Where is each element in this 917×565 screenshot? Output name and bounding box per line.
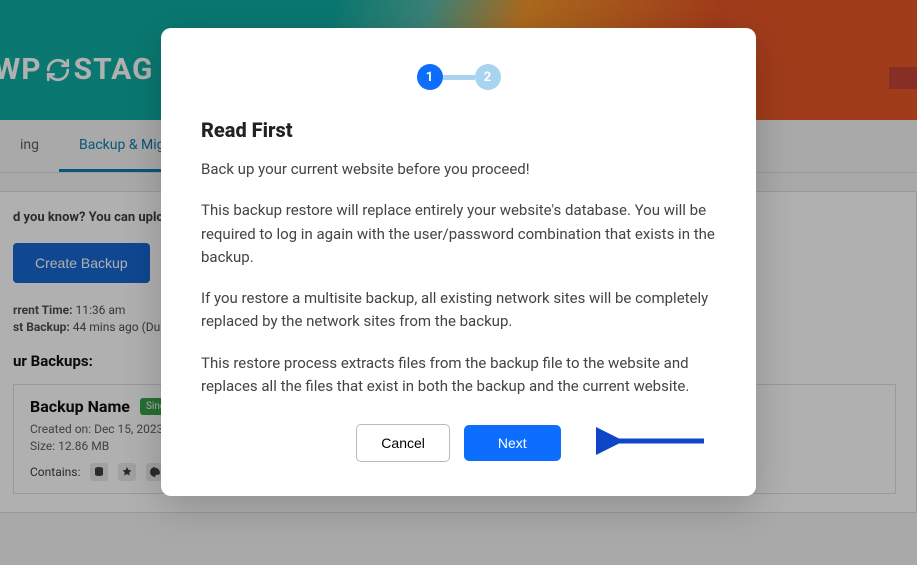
modal-paragraph-2: This backup restore will replace entirel… — [201, 199, 716, 269]
modal-actions: Cancel Next — [201, 424, 716, 462]
next-button[interactable]: Next — [464, 425, 561, 461]
step-1: 1 — [417, 64, 443, 90]
cancel-button[interactable]: Cancel — [356, 424, 450, 462]
modal-paragraph-1: Back up your current website before you … — [201, 158, 716, 181]
modal-paragraph-3: If you restore a multisite backup, all e… — [201, 287, 716, 334]
restore-modal: 1 2 Read First Back up your current webs… — [161, 28, 756, 496]
modal-overlay: 1 2 Read First Back up your current webs… — [0, 0, 917, 565]
modal-title: Read First — [201, 118, 716, 142]
modal-paragraph-4: This restore process extracts files from… — [201, 352, 716, 399]
arrow-annotation-icon — [596, 427, 706, 459]
step-indicator: 1 2 — [201, 64, 716, 90]
step-line — [443, 75, 475, 80]
step-2: 2 — [475, 64, 501, 90]
